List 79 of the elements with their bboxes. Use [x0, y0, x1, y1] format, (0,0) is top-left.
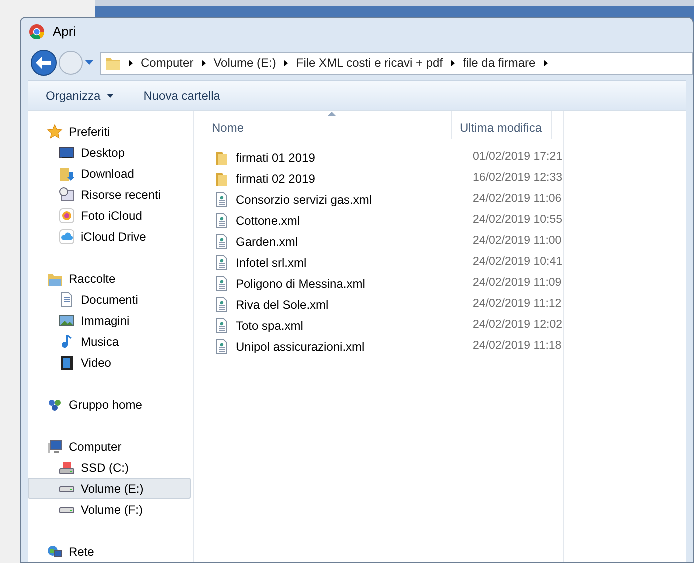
arrow-left-icon [36, 56, 52, 70]
sidebar-item[interactable]: Volume (E:) [28, 478, 191, 499]
caret-down-icon [106, 94, 114, 98]
sidebar-item[interactable]: iCloud Drive [28, 226, 191, 247]
computer-icon [47, 438, 63, 454]
globe-monitor-icon [47, 544, 63, 560]
chrome-logo-icon [29, 24, 45, 40]
date-cell-text: 24/02/2019 11:09 [473, 276, 562, 291]
sidebar-item[interactable]: Documenti [28, 289, 191, 310]
column-header[interactable]: Nome [194, 111, 452, 139]
sidebar-item[interactable]: Risorse recenti [28, 184, 191, 205]
dropdown-caret-icon[interactable] [85, 60, 94, 66]
film-strip-icon [59, 354, 75, 370]
xml-file-icon [214, 212, 230, 228]
sidebar-group[interactable]: Rete [28, 541, 191, 562]
file-name-cell: firmati 01 2019 [214, 148, 465, 166]
date-cell-text: 24/02/2019 12:02 [473, 318, 563, 333]
breadcrumb-item[interactable]: Computer [141, 54, 194, 72]
file-name-cell: Consorzio servizi gas.xml [214, 190, 465, 208]
sidebar-item[interactable]: Video [28, 352, 191, 373]
file-name-cell: Garden.xml [214, 232, 465, 250]
new-folder-button[interactable]: Nuova cartella [144, 86, 220, 104]
xml-file-icon [214, 338, 230, 354]
sidebar-item[interactable]: Desktop [28, 142, 191, 163]
back-button[interactable] [31, 50, 57, 76]
cloud-icon [59, 228, 75, 244]
chevron-right-icon [284, 60, 288, 66]
file-name-cell: Cottone.xml [214, 212, 465, 230]
music-note-icon [59, 334, 75, 350]
sidebar-item[interactable]: Musica [28, 331, 191, 352]
xml-file-icon [214, 276, 230, 292]
file-name-cell: Unipol assicurazioni.xml [214, 338, 465, 356]
sidebar-item[interactable]: SSD (C:) [28, 457, 191, 478]
date-cell-text: 16/02/2019 12:33 [473, 170, 563, 186]
breadcrumb-item[interactable]: Volume (E:) [214, 54, 276, 72]
xml-file-icon [214, 296, 230, 312]
breadcrumb-item[interactable]: file da firmare [463, 54, 536, 72]
date-cell-text: 24/02/2019 11:00 [473, 234, 562, 249]
folder-icon [214, 150, 230, 166]
sort-arrow-icon [328, 112, 336, 116]
sidebar-item[interactable]: Immagini [28, 310, 191, 331]
sidebar-group[interactable]: Computer [28, 436, 191, 457]
xml-file-icon [214, 234, 230, 250]
download-folder-icon [59, 166, 75, 182]
sidebar-group[interactable]: Raccolte [28, 268, 191, 289]
folder-icon [214, 170, 230, 186]
date-cell-text: 24/02/2019 10:55 [473, 212, 563, 228]
chevron-right-icon [544, 60, 548, 66]
file-name-cell: Riva del Sole.xml [214, 296, 465, 314]
window-title: Apri [53, 23, 76, 42]
picture-icon [59, 312, 75, 328]
star-icon [47, 124, 63, 140]
sidebar-group[interactable]: Gruppo home [28, 394, 191, 415]
date-cell-text: 24/02/2019 11:18 [473, 338, 562, 354]
date-cell-text: 01/02/2019 17:21 [473, 150, 563, 165]
sidebar-item[interactable]: Foto iCloud [28, 205, 191, 226]
file-name-cell: Toto spa.xml [214, 316, 465, 334]
date-cell-text: 24/02/2019 11:12 [473, 296, 562, 312]
column-header[interactable]: Ultima modifica [452, 111, 552, 139]
sidebar-group[interactable]: Preferiti [28, 121, 191, 142]
file-name-cell: firmati 02 2019 [214, 170, 465, 188]
xml-file-icon [214, 192, 230, 208]
chevron-right-icon [451, 60, 455, 66]
date-cell-text: 24/02/2019 11:06 [473, 192, 562, 207]
folder-icon [105, 55, 121, 71]
chevron-right-icon [202, 60, 206, 66]
breadcrumb-item[interactable]: File XML costi e ricavi + pdf [296, 54, 443, 72]
sidebar-item[interactable]: Download [28, 163, 191, 184]
xml-file-icon [214, 254, 230, 270]
file-name-cell: Poligono di Messina.xml [214, 274, 465, 292]
file-name-cell: Infotel srl.xml [214, 254, 465, 272]
date-cell-text: 24/02/2019 10:41 [473, 254, 563, 270]
address-bar[interactable]: Computer Volume (E:) File XML costi e ricavi + pdf file da firmare [100, 52, 693, 74]
document-icon [59, 292, 75, 308]
sidebar-item[interactable]: Volume (F:) [28, 499, 191, 520]
organize-button[interactable]: Organizza [46, 86, 114, 104]
chevron-right-icon [129, 60, 133, 66]
monitor-icon [59, 144, 75, 160]
xml-file-icon [214, 318, 230, 334]
